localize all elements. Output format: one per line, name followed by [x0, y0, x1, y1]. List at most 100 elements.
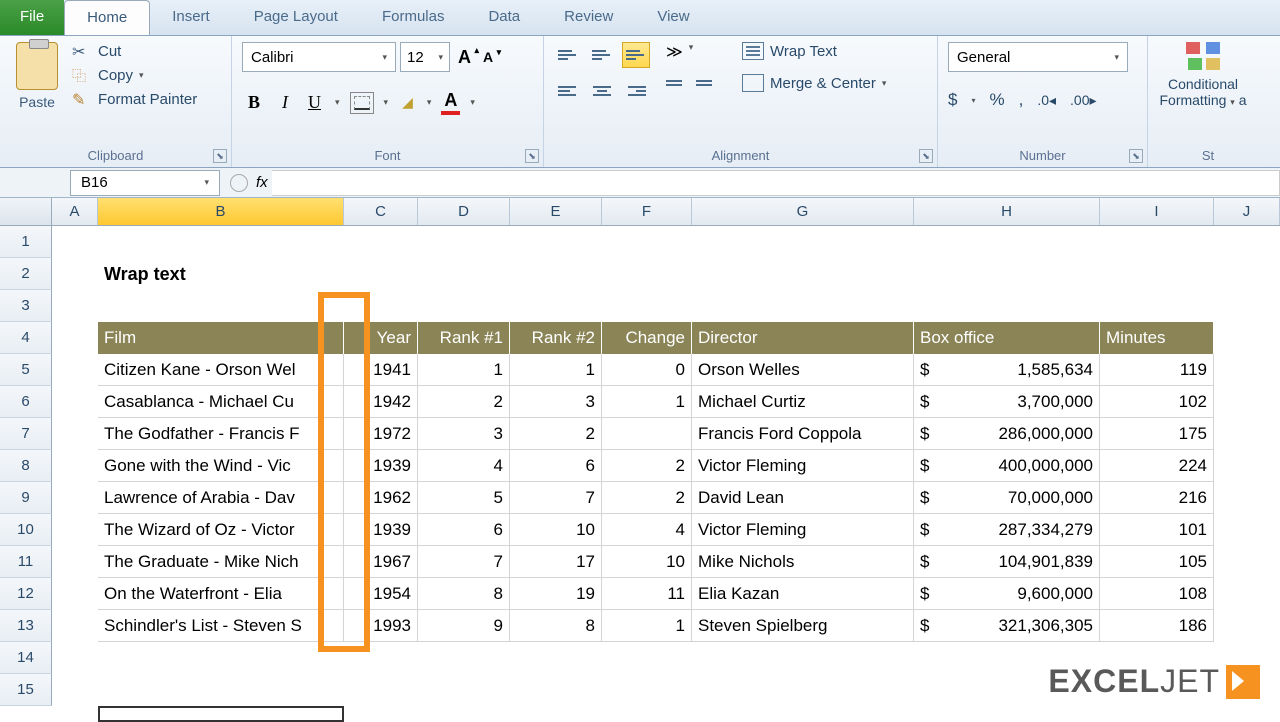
- underline-button[interactable]: U: [304, 90, 325, 115]
- cell[interactable]: 3: [510, 386, 602, 418]
- cell[interactable]: 216: [1100, 482, 1214, 514]
- cell[interactable]: Mike Nichols: [692, 546, 914, 578]
- name-box[interactable]: B16▾: [70, 170, 220, 196]
- cell[interactable]: 1: [510, 354, 602, 386]
- row-header[interactable]: 13: [0, 610, 52, 642]
- conditional-formatting-button[interactable]: Conditional Formatting ▾ a: [1158, 42, 1248, 108]
- th-rank2[interactable]: Rank #2: [510, 322, 602, 354]
- cell[interactable]: Steven Spielberg: [692, 610, 914, 642]
- tab-review[interactable]: Review: [542, 0, 635, 35]
- font-name-select[interactable]: Calibri▾: [242, 42, 396, 72]
- row-header[interactable]: 1: [0, 226, 52, 258]
- tab-pagelayout[interactable]: Page Layout: [232, 0, 360, 35]
- cell[interactable]: 8: [418, 578, 510, 610]
- worksheet-grid[interactable]: A B C D E F G H I J 1 2Wrap text 3 4 Fil…: [0, 198, 1280, 706]
- tab-insert[interactable]: Insert: [150, 0, 232, 35]
- font-launcher[interactable]: ⬊: [525, 149, 539, 163]
- cell[interactable]: 3: [418, 418, 510, 450]
- row-header[interactable]: 3: [0, 290, 52, 322]
- cell[interactable]: Schindler's List - Steven S: [98, 610, 344, 642]
- cell[interactable]: $286,000,000: [914, 418, 1100, 450]
- cell[interactable]: The Graduate - Mike Nich: [98, 546, 344, 578]
- row-header[interactable]: 7: [0, 418, 52, 450]
- increase-indent-button[interactable]: [696, 72, 720, 94]
- th-film[interactable]: Film: [98, 322, 344, 354]
- cell[interactable]: 2: [510, 418, 602, 450]
- cell[interactable]: Francis Ford Coppola: [692, 418, 914, 450]
- cell[interactable]: 10: [602, 546, 692, 578]
- cell[interactable]: 1954: [344, 578, 418, 610]
- wrap-text-button[interactable]: Wrap Text: [742, 42, 886, 60]
- cell[interactable]: 224: [1100, 450, 1214, 482]
- th-year[interactable]: Year: [344, 322, 418, 354]
- cell[interactable]: 119: [1100, 354, 1214, 386]
- italic-button[interactable]: I: [276, 90, 294, 115]
- cell[interactable]: 8: [510, 610, 602, 642]
- tab-view[interactable]: View: [635, 0, 711, 35]
- bold-button[interactable]: B: [242, 90, 266, 115]
- cell[interactable]: Gone with the Wind - Vic: [98, 450, 344, 482]
- cell[interactable]: Orson Welles: [692, 354, 914, 386]
- cell[interactable]: 17: [510, 546, 602, 578]
- row-header[interactable]: 15: [0, 674, 52, 706]
- font-size-select[interactable]: 12▾: [400, 42, 450, 72]
- col-header[interactable]: I: [1100, 198, 1214, 225]
- cell[interactable]: 2: [602, 482, 692, 514]
- number-format-select[interactable]: General▾: [948, 42, 1128, 72]
- row-header[interactable]: 5: [0, 354, 52, 386]
- cell[interactable]: 1993: [344, 610, 418, 642]
- align-left-button[interactable]: [554, 78, 582, 104]
- cell[interactable]: Casablanca - Michael Cu: [98, 386, 344, 418]
- row-header[interactable]: 6: [0, 386, 52, 418]
- cell[interactable]: 1: [602, 386, 692, 418]
- align-bottom-button[interactable]: [622, 42, 650, 68]
- increase-decimal-button[interactable]: .0◂: [1037, 92, 1056, 109]
- title-cell[interactable]: Wrap text: [98, 258, 398, 290]
- cell[interactable]: $104,901,839: [914, 546, 1100, 578]
- cell[interactable]: 5: [418, 482, 510, 514]
- cell[interactable]: 101: [1100, 514, 1214, 546]
- fx-icon[interactable]: fx: [256, 174, 268, 191]
- clipboard-launcher[interactable]: ⬊: [213, 149, 227, 163]
- col-header[interactable]: F: [602, 198, 692, 225]
- cell[interactable]: Elia Kazan: [692, 578, 914, 610]
- cell[interactable]: 2: [418, 386, 510, 418]
- cell[interactable]: Victor Fleming: [692, 514, 914, 546]
- cell[interactable]: Citizen Kane - Orson Wel: [98, 354, 344, 386]
- row-header[interactable]: 10: [0, 514, 52, 546]
- percent-button[interactable]: %: [989, 90, 1004, 110]
- cell[interactable]: 7: [510, 482, 602, 514]
- cell[interactable]: The Godfather - Francis F: [98, 418, 344, 450]
- row-header[interactable]: 12: [0, 578, 52, 610]
- formula-input[interactable]: [272, 170, 1280, 196]
- cell[interactable]: 2: [602, 450, 692, 482]
- row-header[interactable]: 9: [0, 482, 52, 514]
- col-header[interactable]: B: [98, 198, 344, 225]
- cut-button[interactable]: Cut: [72, 42, 197, 60]
- shrink-font-button[interactable]: A▾: [479, 47, 497, 67]
- cell[interactable]: 6: [510, 450, 602, 482]
- th-change[interactable]: Change: [602, 322, 692, 354]
- row-header[interactable]: 2: [0, 258, 52, 290]
- paste-button[interactable]: Paste: [10, 42, 64, 110]
- border-button[interactable]: [350, 92, 374, 114]
- col-header[interactable]: E: [510, 198, 602, 225]
- cell[interactable]: $400,000,000: [914, 450, 1100, 482]
- row-header[interactable]: 4: [0, 322, 52, 354]
- cell[interactable]: $287,334,279: [914, 514, 1100, 546]
- cell[interactable]: 19: [510, 578, 602, 610]
- cell[interactable]: 1939: [344, 450, 418, 482]
- cell[interactable]: $70,000,000: [914, 482, 1100, 514]
- tab-data[interactable]: Data: [466, 0, 542, 35]
- cell[interactable]: Victor Fleming: [692, 450, 914, 482]
- tab-home[interactable]: Home: [64, 0, 150, 35]
- tab-formulas[interactable]: Formulas: [360, 0, 467, 35]
- align-middle-button[interactable]: [588, 42, 616, 68]
- alignment-launcher[interactable]: ⬊: [919, 149, 933, 163]
- cell[interactable]: 7: [418, 546, 510, 578]
- cell[interactable]: 6: [418, 514, 510, 546]
- cell[interactable]: 4: [418, 450, 510, 482]
- cancel-icon[interactable]: [230, 174, 248, 192]
- cell[interactable]: 1939: [344, 514, 418, 546]
- cell[interactable]: $9,600,000: [914, 578, 1100, 610]
